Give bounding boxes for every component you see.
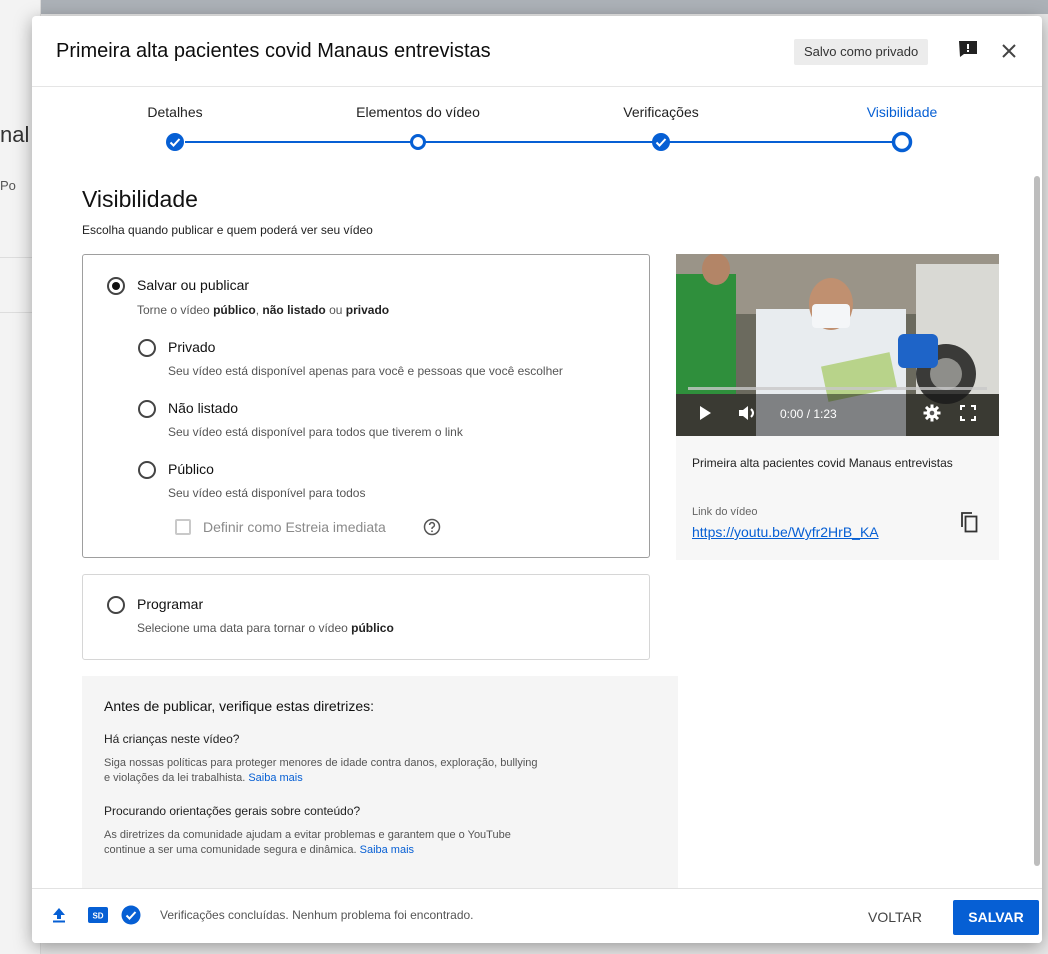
learn-more-link[interactable]: Saiba mais — [248, 772, 302, 784]
dialog-title: Primeira alta pacientes covid Manaus ent… — [56, 40, 491, 62]
feedback-icon[interactable] — [958, 40, 978, 58]
content-scrollbar[interactable] — [1034, 176, 1040, 866]
visibility-subtitle: Escolha quando publicar e quem poderá ve… — [82, 223, 373, 237]
unlisted-radio[interactable] — [138, 400, 156, 418]
video-frame-image — [676, 254, 999, 436]
guideline-text: Siga nossas políticas para proteger meno… — [104, 757, 538, 784]
step-visibility-label[interactable]: Visibilidade — [867, 104, 938, 120]
step-video-elements-label[interactable]: Elementos do vídeo — [356, 104, 480, 120]
schedule-desc: Selecione uma data para tornar o vídeo p… — [137, 621, 394, 635]
schedule-radio[interactable] — [107, 596, 125, 614]
progress-stepper: Detalhes Elementos do vídeo Verificações… — [32, 86, 1042, 166]
save-button[interactable]: SALVAR — [953, 900, 1039, 935]
dialog-content: Visibilidade Escolha quando publicar e q… — [32, 166, 1032, 888]
private-title[interactable]: Privado — [168, 339, 215, 355]
fullscreen-icon[interactable] — [960, 405, 976, 421]
guidelines-panel: Antes de publicar, verifique estas diret… — [82, 676, 678, 888]
step-checks-label[interactable]: Verificações — [623, 104, 698, 120]
settings-gear-icon[interactable] — [923, 404, 941, 422]
upload-dialog: Primeira alta pacientes covid Manaus ent… — [32, 16, 1042, 943]
help-icon[interactable] — [423, 518, 441, 536]
video-link-label: Link do vídeo — [692, 506, 758, 518]
save-publish-title[interactable]: Salvar ou publicar — [137, 277, 249, 293]
step-details-check-icon[interactable] — [165, 132, 185, 152]
visibility-title: Visibilidade — [82, 186, 198, 212]
guideline-question: Procurando orientações gerais sobre cont… — [104, 804, 361, 818]
public-title[interactable]: Público — [168, 461, 214, 477]
svg-text:SD: SD — [92, 912, 103, 921]
background-topbar — [0, 0, 1048, 14]
guideline-question: Há crianças neste vídeo? — [104, 732, 240, 746]
checks-complete-icon[interactable] — [121, 905, 141, 925]
stepper-track — [185, 141, 892, 143]
guideline-text: As diretrizes da comunidade ajudam a evi… — [104, 829, 511, 856]
background-text-fragment: nal — [0, 122, 30, 147]
video-time: 0:00 / 1:23 — [780, 407, 837, 421]
unlisted-desc: Seu vídeo está disponível para todos que… — [168, 425, 463, 439]
volume-icon[interactable] — [738, 405, 760, 421]
checks-status-text: Verificações concluídas. Nenhum problema… — [160, 908, 474, 922]
step-checks-check-icon[interactable] — [651, 132, 671, 152]
dialog-header: Primeira alta pacientes covid Manaus ent… — [32, 16, 1042, 87]
back-button[interactable]: VOLTAR — [868, 901, 922, 933]
video-player[interactable]: 0:00 / 1:23 — [676, 254, 999, 436]
save-publish-desc: Torne o vídeo público, não listado ou pr… — [137, 303, 390, 317]
learn-more-link[interactable]: Saiba mais — [360, 844, 414, 856]
dialog-footer: SD Verificações concluídas. Nenhum probl… — [32, 888, 1042, 943]
save-or-publish-box: Salvar ou publicar Torne o vídeo público… — [82, 254, 650, 558]
schedule-box: Programar Selecione uma data para tornar… — [82, 574, 650, 660]
play-icon[interactable] — [698, 405, 712, 421]
private-radio[interactable] — [138, 339, 156, 357]
close-icon[interactable] — [1000, 42, 1018, 60]
schedule-title[interactable]: Programar — [137, 596, 203, 612]
step-visibility-current-icon[interactable] — [890, 130, 914, 154]
upload-icon[interactable] — [52, 907, 66, 923]
copy-icon[interactable] — [960, 511, 978, 533]
sd-quality-icon[interactable]: SD — [88, 907, 108, 923]
private-desc: Seu vídeo está disponível apenas para vo… — [168, 364, 563, 378]
saved-status-badge: Salvo como privado — [794, 39, 929, 65]
premiere-checkbox[interactable] — [175, 519, 191, 535]
step-details-label[interactable]: Detalhes — [147, 104, 202, 120]
premiere-label[interactable]: Definir como Estreia imediata — [203, 519, 386, 535]
background-text-fragment: Po — [0, 178, 16, 193]
video-link[interactable]: https://youtu.be/Wyfr2HrB_KA — [692, 524, 879, 540]
public-desc: Seu vídeo está disponível para todos — [168, 486, 366, 500]
save-publish-radio[interactable] — [107, 277, 125, 295]
unlisted-title[interactable]: Não listado — [168, 400, 238, 416]
step-video-elements-node-icon[interactable] — [408, 132, 428, 152]
guidelines-title: Antes de publicar, verifique estas diret… — [104, 698, 375, 714]
public-radio[interactable] — [138, 461, 156, 479]
video-title: Primeira alta pacientes covid Manaus ent… — [692, 456, 953, 470]
video-preview-card: 0:00 / 1:23 Primeira alta pacientes covi… — [676, 254, 999, 560]
